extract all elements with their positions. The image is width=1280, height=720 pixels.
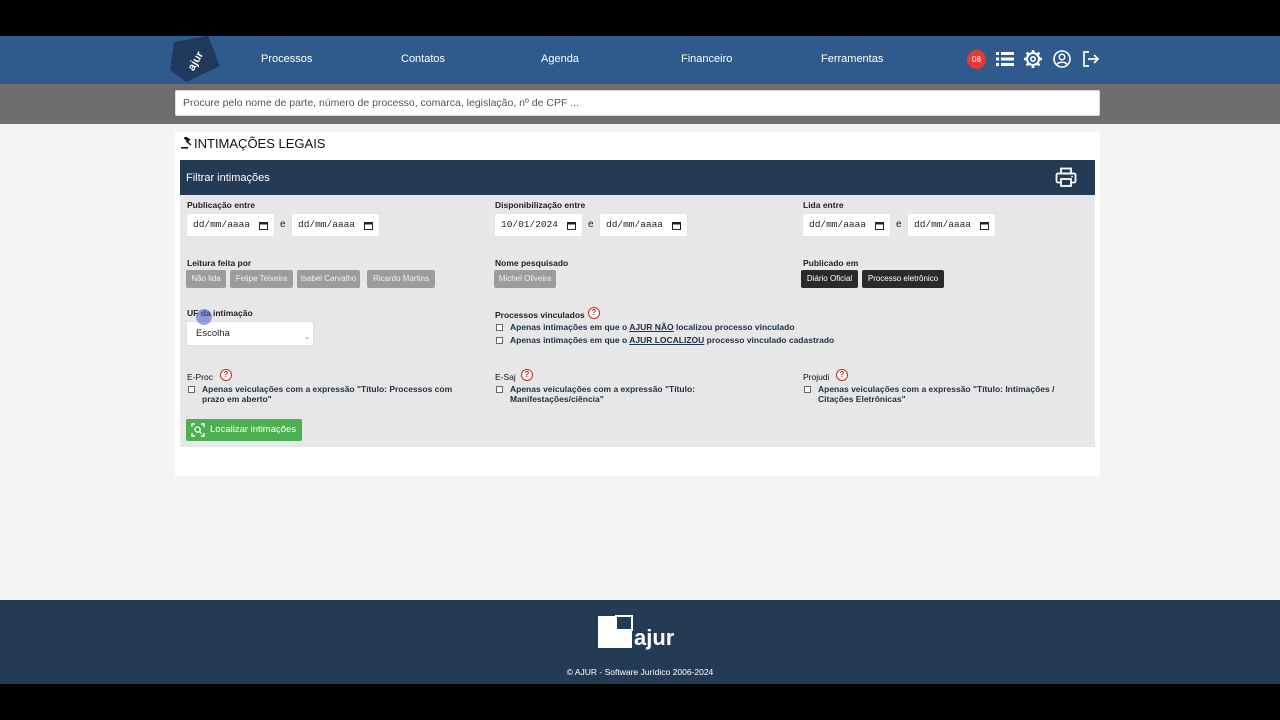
calendar-icon[interactable] <box>567 221 576 230</box>
logout-icon[interactable] <box>1081 49 1101 69</box>
projudi-line2: Citações Eletrônicas" <box>818 393 906 404</box>
vinculado-localizou-checkbox[interactable] <box>496 337 503 344</box>
vinculado-localizou-pre: Apenas intimações em que o <box>510 335 630 345</box>
publicacao-from-value: dd/mm/aaaa <box>193 219 251 230</box>
vinculado-nao-text[interactable]: Apenas intimações em que o AJUR NÃO loca… <box>510 322 795 333</box>
leitura-label: Leitura feita por <box>187 258 252 268</box>
esaj-label: E-Saj <box>495 372 516 382</box>
nav-financeiro[interactable]: Financeiro <box>681 52 732 66</box>
lida-from-input[interactable]: dd/mm/aaaa <box>802 213 891 237</box>
projudi-line1: Apenas veiculações com a expressão "Títu… <box>818 384 1055 394</box>
publicado-label: Publicado em <box>803 258 859 268</box>
nav-ferramentas[interactable]: Ferramentas <box>821 52 883 66</box>
esaj-text[interactable]: Apenas veiculações com a expressão "Títu… <box>510 384 780 404</box>
notification-badge[interactable]: 08 <box>967 50 986 69</box>
disponibilizacao-sep: e <box>588 219 594 230</box>
top-navbar: ajur Processos Contatos Agenda Financeir… <box>0 36 1280 84</box>
page-title-text: INTIMAÇÕES LEGAIS <box>194 136 326 151</box>
nav-agenda[interactable]: Agenda <box>541 52 579 66</box>
lida-to-input[interactable]: dd/mm/aaaa <box>907 213 996 237</box>
lida-from-value: dd/mm/aaaa <box>809 219 867 230</box>
eproc-label: E-Proc <box>187 372 213 382</box>
localizar-intimacoes-label: Localizar intimações <box>210 424 297 435</box>
main-card: INTIMAÇÕES LEGAIS Filtrar intimações Pub… <box>175 132 1100 476</box>
help-projudi-icon[interactable]: ? <box>836 369 848 381</box>
filter-header: Filtrar intimações <box>180 160 1095 195</box>
publicacao-to-input[interactable]: dd/mm/aaaa <box>291 213 380 237</box>
chip-ricardo-martins[interactable]: Ricardo Martins <box>367 270 435 288</box>
esaj-line2: Manifestações/ciência" <box>510 393 604 404</box>
vinculado-localizou-text[interactable]: Apenas intimações em que o AJUR LOCALIZO… <box>510 335 835 346</box>
gavel-icon <box>181 136 192 149</box>
footer-copyright: © AJUR - Software Jurídico 2006-2024 <box>566 667 714 677</box>
help-eproc-icon[interactable]: ? <box>220 369 232 381</box>
ajur-logo[interactable]: ajur <box>168 36 222 84</box>
calendar-icon[interactable] <box>259 221 268 230</box>
vinculado-nao-checkbox[interactable] <box>496 324 503 331</box>
lida-to-value: dd/mm/aaaa <box>914 219 972 230</box>
disponibilizacao-from-value: 10/01/2024 <box>501 219 559 230</box>
uf-select-value: Escolha <box>196 328 230 339</box>
mouse-cursor <box>196 309 212 325</box>
publicacao-from-input[interactable]: dd/mm/aaaa <box>186 213 275 237</box>
lida-sep: e <box>896 219 902 230</box>
vinculado-localizou-em: AJUR LOCALIZOU <box>629 335 705 345</box>
gear-icon[interactable] <box>1023 49 1043 69</box>
nav-processos[interactable]: Processos <box>261 52 312 66</box>
publicacao-to-value: dd/mm/aaaa <box>298 219 356 230</box>
filter-body: Publicação entre dd/mm/aaaa e dd/mm/aaaa… <box>180 195 1095 447</box>
vinculados-label: Processos vinculados <box>495 310 585 320</box>
calendar-icon[interactable] <box>364 221 373 230</box>
vinculado-localizou-post: processo vinculado cadastrado <box>704 335 835 345</box>
publicacao-label: Publicação entre <box>187 200 256 210</box>
app-frame: ajur Processos Contatos Agenda Financeir… <box>0 36 1280 684</box>
publicacao-sep: e <box>280 219 286 230</box>
projudi-text[interactable]: Apenas veiculações com a expressão "Títu… <box>818 384 1088 404</box>
vinculado-nao-pre: Apenas intimações em que o <box>510 322 630 332</box>
page-title: INTIMAÇÕES LEGAIS <box>181 136 325 152</box>
lida-label: Lida entre <box>803 200 844 210</box>
filter-header-label: Filtrar intimações <box>186 172 270 184</box>
user-circle-icon[interactable] <box>1052 49 1072 69</box>
chip-michel-oliveira[interactable]: Michel Oliveira <box>494 270 556 288</box>
eproc-text[interactable]: Apenas veiculações com a expressão "Títu… <box>202 384 472 404</box>
vinculado-nao-post: localizou processo vinculado <box>673 322 795 332</box>
disponibilizacao-label: Disponibilização entre <box>495 200 586 210</box>
esaj-line1: Apenas veiculações com a expressão "Títu… <box>510 384 695 394</box>
list-icon[interactable] <box>995 49 1015 69</box>
eproc-line2: prazo em aberto" <box>202 393 272 404</box>
chip-nao-lida[interactable]: Não lida <box>186 270 226 288</box>
disponibilizacao-to-value: dd/mm/aaaa <box>606 219 664 230</box>
chip-processo-eletronico[interactable]: Processo eletrônico <box>862 270 944 288</box>
disponibilizacao-from-input[interactable]: 10/01/2024 <box>494 213 583 237</box>
disponibilizacao-to-input[interactable]: dd/mm/aaaa <box>599 213 688 237</box>
nav-contatos[interactable]: Contatos <box>401 52 445 66</box>
projudi-checkbox[interactable] <box>804 386 811 393</box>
footer: ajur © AJUR - Software Jurídico 2006-202… <box>0 600 1280 684</box>
chip-diario-oficial[interactable]: Diário Oficial <box>801 270 858 288</box>
global-search-input[interactable] <box>175 90 1100 116</box>
print-icon[interactable] <box>1055 167 1077 188</box>
calendar-icon[interactable] <box>875 221 884 230</box>
chevron-down-icon: ⌄ <box>304 334 310 341</box>
scan-search-icon <box>191 423 205 437</box>
nome-label: Nome pesquisado <box>495 258 569 268</box>
chip-isabel-carvalho[interactable]: Isabel Carvalho <box>297 270 360 288</box>
vinculado-nao-em: AJUR NÃO <box>629 322 674 332</box>
calendar-icon[interactable] <box>672 221 681 230</box>
chip-felipe-teixeira[interactable]: Felipe Teixeira <box>230 270 293 288</box>
projudi-label: Projudi <box>803 372 830 382</box>
calendar-icon[interactable] <box>980 221 989 230</box>
help-vinculados-icon[interactable]: ? <box>588 307 600 319</box>
svg-text:ajur: ajur <box>634 625 675 650</box>
esaj-checkbox[interactable] <box>496 386 503 393</box>
help-esaj-icon[interactable]: ? <box>521 369 533 381</box>
localizar-intimacoes-button[interactable]: Localizar intimações <box>186 419 302 441</box>
eproc-line1: Apenas veiculações com a expressão "Títu… <box>202 384 453 394</box>
eproc-checkbox[interactable] <box>188 386 195 393</box>
search-band <box>0 84 1280 124</box>
ajur-footer-logo: ajur <box>598 615 675 650</box>
